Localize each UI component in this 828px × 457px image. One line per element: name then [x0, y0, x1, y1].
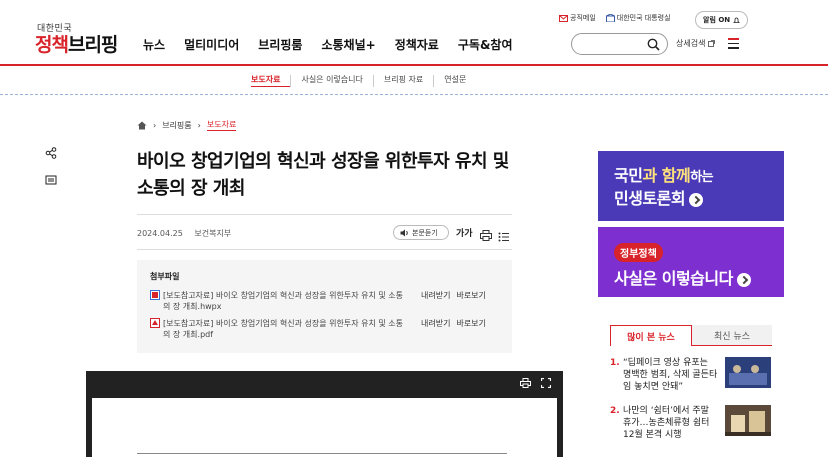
pdf-file-icon — [150, 318, 160, 328]
print-icon[interactable] — [520, 378, 531, 388]
nav-multimedia[interactable]: 멀티미디어 — [184, 36, 239, 53]
external-icon — [708, 40, 715, 47]
comment-icon[interactable] — [45, 172, 57, 191]
breadcrumb-press-release[interactable]: 보도자료 — [206, 119, 237, 131]
mail-link[interactable]: 공직메일 — [559, 13, 596, 23]
logo-small-text: 대한민국 — [37, 24, 73, 34]
nav-channel[interactable]: 소통채널+ — [321, 36, 375, 53]
arrow-right-icon — [736, 272, 751, 287]
building-icon — [605, 13, 615, 23]
breadcrumb-briefing-room[interactable]: 브리핑룸 — [162, 120, 191, 131]
subnav-fact-check[interactable]: 사실은 이렇습니다 — [290, 75, 372, 87]
side-tools — [45, 144, 57, 200]
attachment-item: [보도참고자료] 바이오 창업기업의 혁신과 성장을 위한투자 유치 및 소통의… — [150, 318, 499, 340]
banner-livelihood-forum[interactable]: 국민과 함께하는 민생토론회 — [598, 151, 784, 221]
document-page — [92, 398, 557, 457]
nav-briefing-room[interactable]: 브리핑룸 — [258, 36, 302, 53]
article-title: 바이오 창업기업의 혁신과 성장을 위한투자 유치 및 소통의 장 개최 — [137, 151, 509, 199]
attachment-name[interactable]: [보도참고자료] 바이오 창업기업의 혁신과 성장을 위한투자 유치 및 소통의… — [163, 318, 408, 340]
chevron-right-icon: › — [153, 120, 157, 130]
news-thumbnail — [725, 357, 771, 388]
document-viewer — [86, 371, 563, 457]
sub-nav: 보도자료 사실은 이렇습니다 브리핑 자료 연설문 — [0, 66, 828, 95]
alarm-toggle[interactable]: 알림 ON — [695, 11, 748, 29]
nav-subscribe[interactable]: 구독&참여 — [458, 36, 513, 53]
hwp-file-icon — [150, 290, 160, 300]
attachment-name[interactable]: [보도참고자료] 바이오 창업기업의 혁신과 성장을 위한투자 유치 및 소통의… — [163, 290, 408, 312]
list-icon[interactable] — [498, 227, 509, 246]
news-title: “딥페이크 영상 유포는 명백한 범죄, 삭제 골든타임 놓치면 안돼” — [623, 358, 718, 392]
speaker-icon — [400, 229, 408, 236]
home-icon[interactable] — [137, 121, 147, 130]
news-number: 2. — [610, 406, 620, 416]
subnav-speech[interactable]: 연설문 — [433, 75, 476, 87]
share-icon[interactable] — [45, 144, 57, 163]
main-nav: 뉴스 멀티미디어 브리핑룸 소통채널+ 정책자료 구독&참여 — [143, 36, 532, 53]
top-links: 공직메일 대한민국 대통령실 — [559, 13, 671, 23]
search-icon[interactable] — [647, 38, 660, 51]
breadcrumb: › 브리핑룸 › 보도자료 — [137, 119, 237, 131]
detail-search-link[interactable]: 상세검색 — [676, 38, 715, 49]
font-size-button[interactable]: 가가 — [456, 226, 473, 239]
download-button[interactable]: 내려받기 — [421, 291, 450, 300]
mail-icon — [559, 14, 568, 22]
banner-text: 사실은 이렇습니다 — [614, 265, 751, 289]
arrow-right-icon — [689, 192, 704, 207]
fullscreen-icon[interactable] — [541, 378, 551, 388]
tab-latest[interactable]: 최신 뉴스 — [692, 325, 772, 346]
article-department: 보건복지부 — [194, 229, 232, 238]
alarm-label: 알림 ON — [703, 16, 731, 24]
divider — [137, 249, 512, 250]
news-thumbnail — [725, 405, 771, 436]
site-logo[interactable]: 대한민국 정책브리핑 — [35, 21, 118, 56]
banner-fact-check[interactable]: 정부정책 사실은 이렇습니다 — [598, 227, 784, 297]
download-button[interactable]: 내려받기 — [421, 319, 450, 328]
menu-icon[interactable] — [728, 38, 739, 52]
bell-icon — [732, 17, 740, 23]
attachment-box: 첨부파일 [보도참고자료] 바이오 창업기업의 혁신과 성장을 위한투자 유치 … — [137, 260, 512, 353]
attachment-heading: 첨부파일 — [150, 272, 180, 281]
banner-pill: 정부정책 — [614, 243, 663, 262]
tab-most-viewed[interactable]: 많이 본 뉴스 — [610, 325, 692, 346]
logo-text: 정책브리핑 — [35, 34, 118, 56]
attachment-item: [보도참고자료] 바이오 창업기업의 혁신과 성장을 위한투자 유치 및 소통의… — [150, 290, 499, 312]
nav-news[interactable]: 뉴스 — [143, 36, 165, 53]
news-title: 나만의 ‘쉼터’에서 주말 휴가…농촌체류형 쉼터 12월 본격 시행 — [623, 406, 710, 440]
nav-policy-data[interactable]: 정책자료 — [395, 36, 439, 53]
view-button[interactable]: 바로보기 — [456, 319, 485, 328]
listen-button[interactable]: 본문듣기 — [393, 225, 449, 240]
subnav-briefing-data[interactable]: 브리핑 자료 — [372, 75, 433, 87]
article-meta: 2024.04.25 보건복지부 — [137, 228, 240, 239]
chevron-right-icon: › — [197, 120, 201, 130]
news-number: 1. — [610, 358, 620, 368]
news-item[interactable]: 2. 나만의 ‘쉼터’에서 주말 휴가…농촌체류형 쉼터 12월 본격 시행 — [610, 405, 772, 441]
search-input[interactable] — [571, 33, 668, 55]
news-item[interactable]: 1. “딥페이크 영상 유포는 명백한 범죄, 삭제 골든타임 놓치면 안돼” — [610, 357, 772, 393]
subnav-press-release[interactable]: 보도자료 — [251, 75, 291, 87]
divider — [137, 214, 512, 215]
article-date: 2024.04.25 — [137, 229, 183, 238]
banner-text: 국민과 함께하는 민생토론회 — [614, 166, 714, 208]
print-icon[interactable] — [480, 226, 492, 245]
news-tabs: 많이 본 뉴스 최신 뉴스 — [610, 325, 772, 346]
view-button[interactable]: 바로보기 — [456, 291, 485, 300]
president-office-link[interactable]: 대한민국 대통령실 — [605, 13, 671, 23]
